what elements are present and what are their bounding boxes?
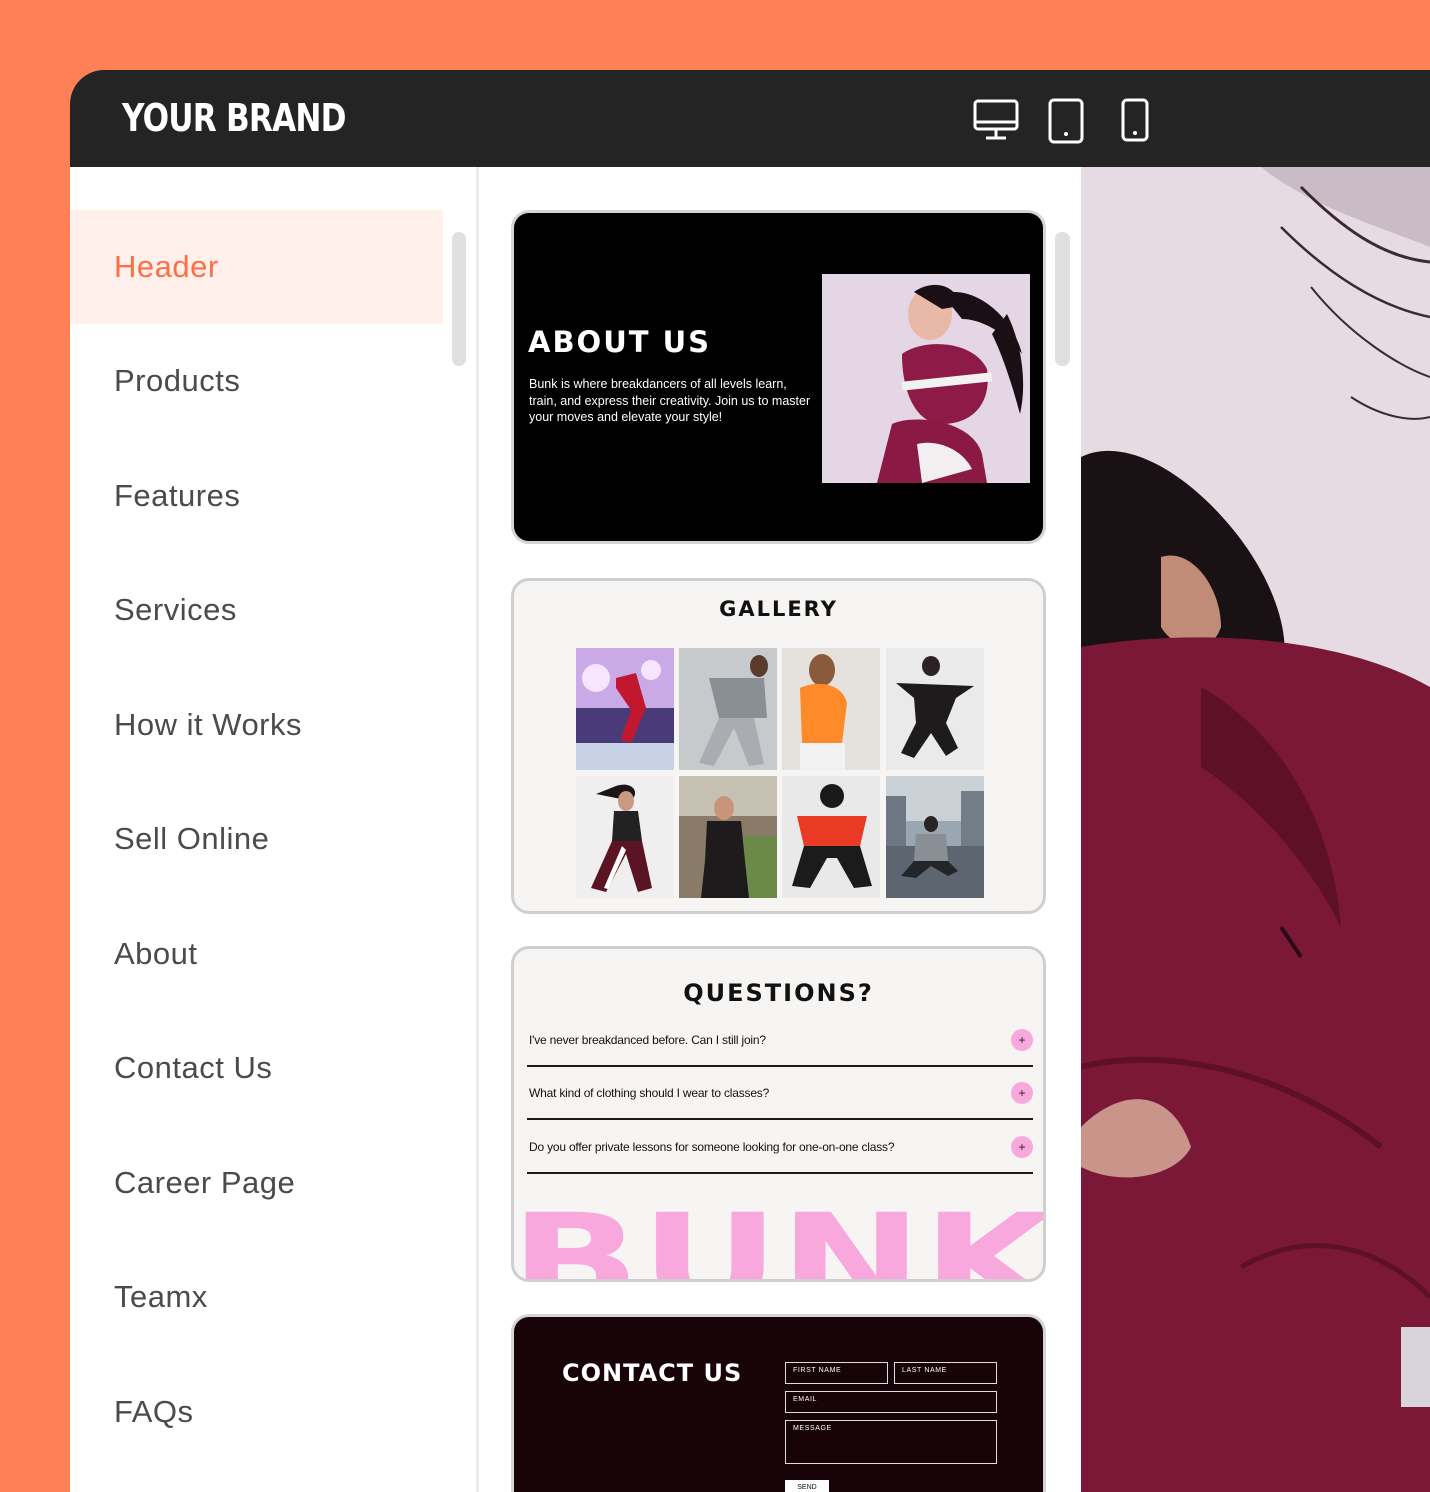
top-bar: YOUR BRAND bbox=[70, 70, 1430, 167]
brand-logo: YOUR BRAND bbox=[122, 96, 347, 140]
sidebar-item-contact-us[interactable]: Contact Us bbox=[70, 1011, 443, 1125]
tablet-icon[interactable] bbox=[1048, 98, 1084, 144]
editor-window: YOUR BRAND Header Products Features Serv… bbox=[70, 70, 1430, 1492]
mobile-icon[interactable] bbox=[1121, 98, 1149, 142]
sidebar-item-label: Products bbox=[114, 363, 241, 398]
gallery-image bbox=[679, 648, 777, 770]
faq-title: QUESTIONS? bbox=[683, 979, 874, 1007]
sidebar-item-features[interactable]: Features bbox=[70, 439, 443, 553]
first-name-field[interactable]: FIRST NAME bbox=[785, 1362, 888, 1384]
sidebar-scrollbar[interactable] bbox=[452, 232, 466, 366]
faq-item[interactable]: Do you offer private lessons for someone… bbox=[527, 1120, 1033, 1174]
section-previews: ABOUT US Bunk is where breakdancers of a… bbox=[479, 167, 1081, 1492]
faq-item[interactable]: I've never breakdanced before. Can I sti… bbox=[527, 1013, 1033, 1067]
sidebar-item-label: How it Works bbox=[114, 707, 303, 742]
gallery-image bbox=[782, 648, 880, 770]
preview-card-faq[interactable]: QUESTIONS? I've never breakdanced before… bbox=[511, 946, 1046, 1282]
sidebar-item-label: FAQs bbox=[114, 1394, 194, 1429]
sidebar-item-products[interactable]: Products bbox=[70, 324, 443, 438]
about-photo bbox=[822, 274, 1030, 483]
desktop-icon[interactable] bbox=[972, 98, 1020, 142]
sidebar-item-teamx[interactable]: Teamx bbox=[70, 1240, 443, 1354]
email-field[interactable]: EMAIL bbox=[785, 1391, 997, 1413]
expand-plus-icon[interactable]: + bbox=[1011, 1136, 1033, 1158]
faq-question: Do you offer private lessons for someone… bbox=[529, 1140, 895, 1154]
message-field[interactable]: MESSAGE bbox=[785, 1420, 997, 1464]
contact-title: CONTACT US bbox=[562, 1359, 743, 1387]
svg-text:BUNK: BUNK bbox=[514, 1193, 1046, 1282]
about-body: Bunk is where breakdancers of all levels… bbox=[529, 377, 811, 424]
sidebar-item-about[interactable]: About bbox=[70, 897, 443, 1011]
gallery-image bbox=[886, 648, 984, 770]
preview-card-gallery[interactable]: GALLERY bbox=[511, 578, 1046, 914]
sidebar-item-faqs[interactable]: FAQs bbox=[70, 1355, 443, 1469]
hero-preview-image bbox=[1081, 167, 1430, 1492]
gallery-image bbox=[679, 776, 777, 898]
about-title: ABOUT US bbox=[528, 325, 712, 359]
sidebar-item-career-page[interactable]: Career Page bbox=[70, 1126, 443, 1240]
send-button[interactable]: SEND bbox=[785, 1480, 829, 1492]
sidebar-item-label: About bbox=[114, 936, 198, 971]
gallery-image bbox=[782, 776, 880, 898]
expand-plus-icon[interactable]: + bbox=[1011, 1082, 1033, 1104]
sidebar-item-sell-online[interactable]: Sell Online bbox=[70, 782, 443, 896]
gallery-image bbox=[576, 776, 674, 898]
sidebar-item-how-it-works[interactable]: How it Works bbox=[70, 668, 443, 782]
section-sidebar: Header Products Features Services How it… bbox=[70, 167, 476, 1492]
sidebar-item-label: Services bbox=[114, 592, 237, 627]
faq-item[interactable]: What kind of clothing should I wear to c… bbox=[527, 1066, 1033, 1120]
sidebar-item-services[interactable]: Services bbox=[70, 553, 443, 667]
gallery-image bbox=[576, 648, 674, 770]
gallery-image bbox=[886, 776, 984, 898]
sidebar-item-label: Sell Online bbox=[114, 821, 270, 856]
sidebar-item-label: Career Page bbox=[114, 1165, 296, 1200]
preview-card-about[interactable]: ABOUT US Bunk is where breakdancers of a… bbox=[511, 210, 1046, 544]
bunk-wordmark: BUNK bbox=[514, 1193, 1046, 1282]
sidebar-item-header[interactable]: Header bbox=[70, 210, 443, 324]
preview-card-contact[interactable]: CONTACT US FIRST NAME LAST NAME EMAIL ME… bbox=[511, 1314, 1046, 1492]
sidebar-item-label: Teamx bbox=[114, 1279, 208, 1314]
expand-plus-icon[interactable]: + bbox=[1011, 1029, 1033, 1051]
preview-scrollbar[interactable] bbox=[1055, 232, 1070, 366]
gallery-title: GALLERY bbox=[719, 597, 838, 621]
last-name-field[interactable]: LAST NAME bbox=[894, 1362, 997, 1384]
faq-question: I've never breakdanced before. Can I sti… bbox=[529, 1033, 766, 1047]
sidebar-item-label: Contact Us bbox=[114, 1050, 273, 1085]
sidebar-item-label: Features bbox=[114, 478, 241, 513]
sidebar-item-label: Header bbox=[114, 249, 219, 284]
faq-question: What kind of clothing should I wear to c… bbox=[529, 1086, 770, 1100]
